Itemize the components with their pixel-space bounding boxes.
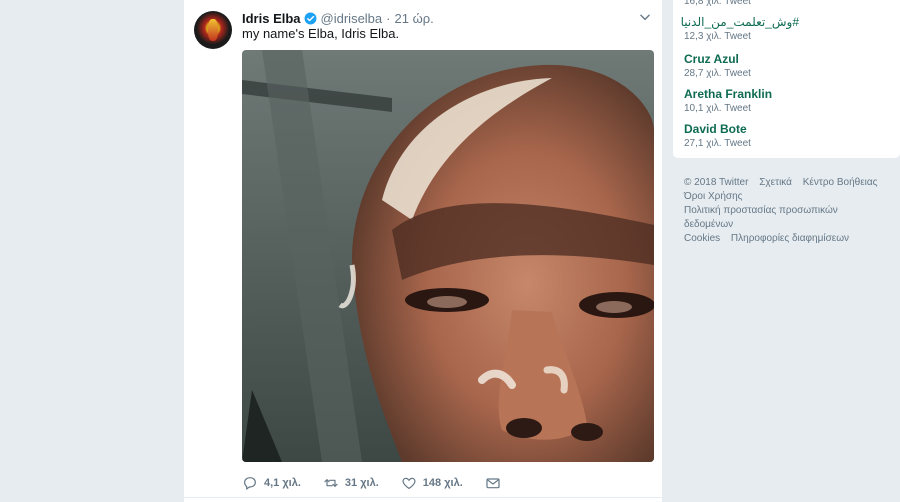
like-button[interactable]: 148 χιλ. bbox=[401, 475, 463, 491]
trend-item[interactable]: David Bote 27,1 χιλ. Tweet bbox=[684, 122, 751, 150]
trend-meta: 27,1 χιλ. Tweet bbox=[684, 138, 751, 149]
avatar-figure bbox=[208, 19, 218, 41]
trend-name[interactable]: #وش_تعلمت_من_الدنيا bbox=[681, 15, 799, 29]
trend-name[interactable]: Aretha Franklin bbox=[684, 87, 772, 101]
trend-item[interactable]: #وش_تعلمت_من_الدنيا 12,3 χιλ. Tweet bbox=[681, 15, 799, 43]
tweet-text: my name's Elba, Idris Elba. bbox=[242, 26, 400, 41]
tweet-timestamp[interactable]: 21 ώρ. bbox=[395, 11, 434, 26]
footer-help-link[interactable]: Κέντρο Βοήθειας bbox=[803, 177, 878, 188]
trend-meta: 16,8 χιλ. Tweet bbox=[684, 0, 751, 7]
heart-icon bbox=[402, 477, 416, 489]
footer-about-link[interactable]: Σχετικά bbox=[759, 177, 792, 188]
footer-privacy-link[interactable]: Πολιτική προστασίας προσωπικών δεδομένων bbox=[684, 204, 854, 232]
chevron-down-icon[interactable] bbox=[638, 10, 652, 24]
tweet-photo[interactable] bbox=[242, 50, 654, 462]
photo-artwork bbox=[242, 50, 654, 462]
trend-item[interactable]: Cruz Azul 28,7 χιλ. Tweet bbox=[684, 52, 751, 80]
header-separator: · bbox=[386, 10, 391, 26]
footer-ads-link[interactable]: Πληροφορίες διαφημίσεων bbox=[731, 233, 849, 244]
trend-name[interactable]: Cruz Azul bbox=[684, 52, 751, 66]
verified-badge-icon bbox=[304, 12, 316, 24]
trend-meta: 12,3 χιλ. Tweet bbox=[684, 31, 751, 42]
trends-panel: 16,8 χιλ. Tweet #وش_تعلمت_من_الدنيا 12,3… bbox=[673, 0, 900, 158]
like-count: 148 χιλ. bbox=[422, 477, 463, 489]
footer-links: © 2018 Twitter Σχετικά Κέντρο Βοήθειας Ό… bbox=[684, 176, 889, 246]
trend-meta: 28,7 χιλ. Tweet bbox=[684, 68, 751, 79]
trend-name[interactable]: David Bote bbox=[684, 122, 751, 136]
reply-button[interactable]: 4,1 χιλ. bbox=[242, 475, 301, 491]
trend-item[interactable]: Aretha Franklin 10,1 χιλ. Tweet bbox=[684, 87, 772, 115]
retweet-count: 31 χιλ. bbox=[344, 477, 379, 489]
avatar[interactable] bbox=[194, 11, 232, 49]
trend-meta: 10,1 χιλ. Tweet bbox=[684, 103, 751, 114]
tweet-header: Idris Elba @idriselba · 21 ώρ. bbox=[242, 9, 434, 27]
retweet-icon bbox=[324, 479, 338, 487]
envelope-icon bbox=[486, 478, 500, 489]
reply-icon bbox=[244, 477, 256, 490]
tweet-actions: 4,1 χιλ. 31 χιλ. 148 χιλ. bbox=[242, 474, 529, 492]
direct-message-button[interactable] bbox=[485, 475, 507, 491]
footer-cookies-link[interactable]: Cookies bbox=[684, 233, 720, 244]
username[interactable]: @idriselba bbox=[321, 11, 383, 26]
trend-item[interactable]: 16,8 χιλ. Tweet bbox=[684, 0, 751, 8]
footer-terms-link[interactable]: Όροι Χρήσης bbox=[684, 191, 742, 202]
display-name[interactable]: Idris Elba bbox=[242, 11, 301, 26]
retweet-button[interactable]: 31 χιλ. bbox=[323, 475, 379, 491]
footer-copyright: © 2018 Twitter bbox=[684, 177, 749, 188]
tweet-divider bbox=[184, 497, 662, 498]
reply-count: 4,1 χιλ. bbox=[264, 477, 301, 489]
tweet-card[interactable]: Idris Elba @idriselba · 21 ώρ. my name's… bbox=[183, 0, 663, 502]
